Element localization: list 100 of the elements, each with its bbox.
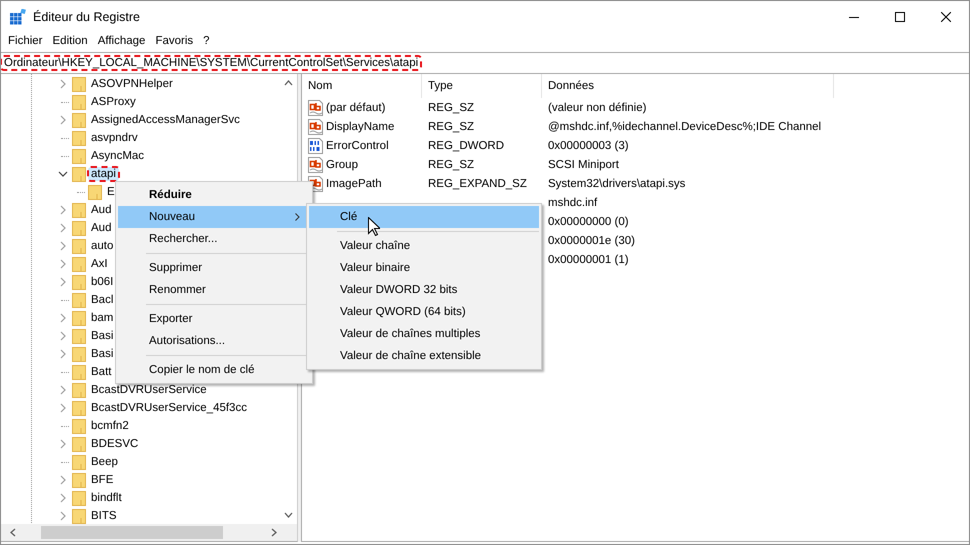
tree-item[interactable]: ASOVPNHelper [88, 77, 176, 91]
folder-icon [72, 202, 86, 218]
folder-icon [72, 148, 86, 164]
menu-item[interactable]: Rechercher... [118, 228, 310, 250]
folder-icon [72, 346, 86, 362]
tree-item[interactable]: ASProxy [88, 95, 139, 109]
menu-item[interactable]: Valeur QWORD (64 bits) [309, 301, 539, 323]
folder-icon [72, 382, 86, 398]
menu-item[interactable]: Valeur de chaîne extensible [309, 345, 539, 367]
tree-item[interactable]: Basi [88, 329, 116, 343]
collapsed-chevron-icon[interactable] [58, 331, 68, 341]
tree-item[interactable]: BDESVC [88, 437, 142, 451]
tree-item[interactable]: AsyncMac [88, 149, 148, 163]
collapsed-chevron-icon[interactable] [58, 223, 68, 233]
folder-icon [72, 436, 86, 452]
folder-icon [72, 238, 86, 254]
menu-bar-item[interactable]: Affichage [92, 32, 150, 50]
menu-item[interactable]: Renommer [118, 279, 310, 301]
tree-item[interactable]: b06I [88, 275, 116, 289]
tree-item[interactable]: Basi [88, 347, 116, 361]
menu-bar-item[interactable]: ? [198, 32, 215, 50]
collapsed-chevron-icon[interactable] [58, 475, 68, 485]
table-cell-text: System32\drivers\atapi.sys [547, 178, 686, 190]
folder-icon [72, 292, 86, 308]
tree-item[interactable]: Beep [88, 455, 121, 469]
folder-icon [72, 310, 86, 326]
horizontal-scrollbar[interactable] [1, 524, 297, 541]
collapsed-chevron-icon[interactable] [58, 277, 68, 287]
table-cell-text: SCSI Miniport [547, 158, 619, 170]
tree-item[interactable]: BcastDVRUserService [88, 383, 210, 397]
tree-item[interactable]: Aud [88, 221, 114, 235]
tree-item[interactable]: BFE [88, 473, 116, 487]
folder-icon [72, 112, 86, 128]
collapsed-chevron-icon[interactable] [58, 403, 68, 413]
folder-icon [72, 490, 86, 506]
collapsed-chevron-icon[interactable] [58, 439, 68, 449]
table-cell-text: 0x0000001e (30) [547, 234, 635, 246]
tree-item[interactable]: bcmfn2 [88, 419, 132, 433]
folder-icon [72, 508, 86, 524]
table-cell: ImagePath [326, 178, 382, 190]
tree-item[interactable]: BcastDVRUserService_45f3cc [88, 401, 250, 415]
address-bar[interactable]: Ordinateur\HKEY_LOCAL_MACHINE\SYSTEM\CurrentControlSet\Services\atapi [1, 56, 422, 70]
tree-item[interactable]: AssignedAccessManagerSvc [88, 113, 243, 127]
tree-item[interactable]: Bacl [88, 293, 116, 307]
collapsed-chevron-icon[interactable] [58, 385, 68, 395]
table-cell: (par défaut) [326, 102, 386, 114]
folder-icon [72, 418, 86, 434]
binary-value-icon [308, 138, 324, 154]
tree-item[interactable]: asvpndrv [88, 131, 141, 145]
folder-icon [72, 274, 86, 290]
collapsed-chevron-icon[interactable] [58, 511, 68, 521]
tree-item[interactable]: auto [88, 239, 116, 253]
tree-item[interactable]: bam [88, 311, 116, 325]
table-cell-text: REG_EXPAND_SZ [427, 178, 527, 190]
string-value-icon [308, 118, 324, 134]
collapsed-chevron-icon[interactable] [58, 115, 68, 125]
collapsed-chevron-icon[interactable] [58, 349, 68, 359]
collapsed-chevron-icon[interactable] [58, 79, 68, 89]
menu-bar-item[interactable]: Favoris [150, 32, 198, 50]
table-cell-text: 0x00000000 (0) [547, 216, 629, 228]
menu-item[interactable]: Valeur DWORD 32 bits [309, 279, 539, 301]
string-value-icon [308, 156, 324, 172]
tree-item[interactable]: Batt [88, 365, 114, 379]
menu-bar-item[interactable]: Fichier [3, 32, 48, 50]
collapsed-chevron-icon[interactable] [58, 205, 68, 215]
tree-item[interactable]: bindflt [88, 491, 125, 505]
folder-icon [72, 454, 86, 470]
folder-icon [72, 94, 86, 110]
menu-item[interactable]: Valeur binaire [309, 257, 539, 279]
table-cell: Group [326, 158, 358, 170]
tree-item[interactable]: Aud [88, 203, 114, 217]
collapsed-chevron-icon[interactable] [58, 313, 68, 323]
registry-editor-icon [10, 8, 26, 24]
menu-item[interactable]: Valeur chaîne [309, 235, 539, 257]
menu-item[interactable]: Réduire [118, 184, 310, 206]
menu-item[interactable]: Copier le nom de clé [118, 359, 310, 381]
folder-icon [72, 400, 86, 416]
folder-icon [72, 472, 86, 488]
folder-icon [72, 256, 86, 272]
menu-item[interactable]: Clé [309, 206, 539, 228]
menu-item[interactable]: Valeur de chaînes multiples [309, 323, 539, 345]
menu-item[interactable]: Autorisations... [118, 330, 310, 352]
maximize-icon[interactable] [895, 12, 905, 22]
tree-item[interactable]: atapi [88, 167, 119, 181]
tree-item[interactable]: E [104, 185, 118, 199]
collapsed-chevron-icon[interactable] [58, 241, 68, 251]
tree-item[interactable]: AxI [88, 257, 111, 271]
folder-icon [72, 328, 86, 344]
table-cell-text: (valeur non définie) [547, 102, 646, 114]
collapsed-chevron-icon[interactable] [58, 259, 68, 269]
collapsed-chevron-icon[interactable] [58, 493, 68, 503]
expanded-chevron-icon[interactable] [58, 169, 68, 179]
folder-icon [72, 220, 86, 236]
menu-item[interactable]: Supprimer [118, 257, 310, 279]
menu-item[interactable]: Exporter [118, 308, 310, 330]
menu-bar-item[interactable]: Edition [48, 32, 93, 50]
window-title: Éditeur du Registre [33, 10, 142, 24]
tree-item[interactable]: BITS [88, 509, 120, 523]
close-icon[interactable] [941, 12, 951, 22]
string-value-icon [308, 100, 324, 116]
